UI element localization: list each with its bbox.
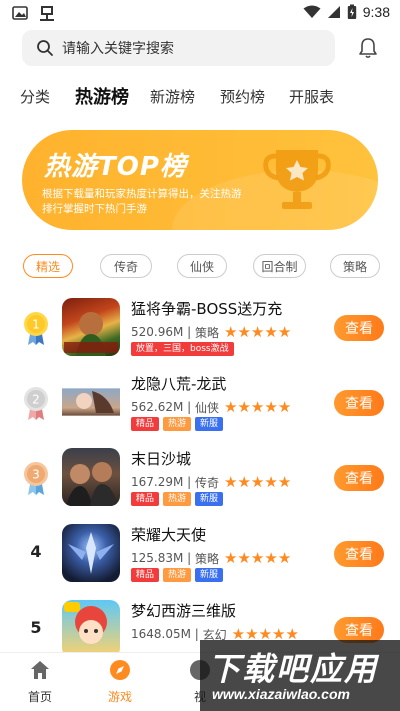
list-item[interactable]: 4 荣耀大天使 125.83M | 策略 ★★★★★ 精品 热游 新服 查看 [0, 516, 400, 592]
svg-text:2: 2 [32, 393, 40, 407]
game-size: 562.62M [131, 400, 184, 414]
view-button[interactable]: 查看 [334, 390, 384, 416]
game-size: 520.96M [131, 325, 184, 339]
nav-label: 首页 [27, 690, 52, 704]
hot-top-banner[interactable]: 热游TOP榜 根据下载量和玩家热度计算得出，关注热游排行掌握时下热门手游 [22, 130, 378, 230]
game-size: 167.29M [131, 475, 184, 489]
game-tag: 精品 [131, 568, 160, 582]
bronze-medal-icon: 3 [22, 460, 50, 496]
game-tag: 热游 [163, 568, 192, 582]
game-tag: 新服 [195, 492, 224, 506]
bell-icon [359, 38, 377, 59]
filter-featured[interactable]: 精选 [23, 254, 73, 278]
image-icon [12, 6, 28, 20]
game-category: 策略 [195, 551, 220, 566]
notification-button[interactable] [358, 37, 378, 63]
rating-stars: ★★★★★ [224, 473, 292, 491]
status-bar: 9:38 [0, 0, 400, 28]
genre-filters: 精选 传奇 仙侠 回合制 策略 [0, 254, 400, 278]
game-icon-rongyao [62, 524, 120, 582]
game-tag: 热游 [163, 492, 192, 506]
rating-stars: ★★★★★ [224, 323, 292, 341]
rank-number: 5 [30, 618, 42, 637]
game-tags: 精品 热游 新服 [131, 492, 224, 506]
banner-description: 根据下载量和玩家热度计算得出，关注热游排行掌握时下热门手游 [42, 188, 242, 215]
game-category: 传奇 [195, 475, 220, 490]
game-tags: 放置，三国，boss激战 [131, 342, 234, 356]
game-icon-longyin [62, 373, 120, 431]
banner-title: 热游TOP榜 [44, 152, 187, 182]
wifi-icon [303, 5, 321, 18]
game-category: 仙侠 [195, 400, 220, 415]
tab-server-schedule[interactable]: 开服表 [289, 86, 334, 107]
game-meta: 125.83M | 策略 ★★★★★ [131, 549, 292, 567]
nav-home[interactable]: 首页 [10, 659, 70, 705]
game-tag: 精品 [131, 417, 160, 431]
game-meta: 520.96M | 策略 ★★★★★ [131, 323, 292, 341]
game-icon-menghuan [62, 600, 120, 658]
gold-medal-icon: 1 [22, 310, 50, 346]
search-input[interactable]: 请输入关键字搜索 [22, 30, 335, 66]
clock: 9:38 [362, 4, 390, 20]
list-item[interactable]: 2 龙隐八荒-龙武 562.62M | 仙侠 ★★★★★ 精品 热游 新服 查看 [0, 365, 400, 441]
home-icon [31, 661, 49, 679]
watermark-logo: 下载吧应用 [208, 650, 379, 688]
filter-turn-based[interactable]: 回合制 [253, 254, 306, 278]
view-button[interactable]: 查看 [334, 541, 384, 567]
game-tag: 精品 [131, 492, 160, 506]
app-notification-icon [40, 6, 54, 21]
game-name: 末日沙城 [131, 450, 192, 468]
game-size: 1648.05M [131, 627, 191, 641]
search-placeholder: 请输入关键字搜索 [62, 41, 174, 57]
game-category: 策略 [195, 325, 220, 340]
rank-number: 4 [30, 542, 42, 561]
rating-stars: ★★★★★ [224, 398, 292, 416]
search-icon [37, 40, 53, 56]
game-size: 125.83M [131, 551, 184, 565]
game-meta: 167.29M | 传奇 ★★★★★ [131, 473, 292, 491]
game-icon-moricity [62, 448, 120, 506]
game-tags: 精品 热游 新服 [131, 417, 224, 431]
game-tag: 放置，三国，boss激战 [131, 342, 234, 356]
tab-hot-games[interactable]: 热游榜 [75, 83, 129, 109]
game-tag: 新服 [195, 568, 224, 582]
watermark-url: www.xiazaiwlao.com [212, 686, 350, 702]
list-item[interactable]: 3 末日沙城 167.29M | 传奇 ★★★★★ 精品 热游 新服 查看 [0, 440, 400, 516]
game-name: 猛将争霸-BOSS送万充 [131, 300, 283, 318]
svg-text:3: 3 [32, 468, 40, 482]
nav-games[interactable]: 游戏 [90, 659, 150, 705]
trophy-icon [263, 150, 331, 209]
tab-reservation[interactable]: 预约榜 [220, 86, 265, 107]
game-name: 龙隐八荒-龙武 [131, 375, 227, 393]
filter-xianxia[interactable]: 仙侠 [177, 254, 227, 278]
category-tabs: 分类 热游榜 新游榜 预约榜 开服表 [0, 82, 400, 112]
game-icon-mengjiang [62, 298, 120, 356]
svg-text:1: 1 [32, 318, 40, 332]
game-name: 荣耀大天使 [131, 526, 207, 544]
view-button[interactable]: 查看 [334, 465, 384, 491]
battery-icon [347, 4, 356, 19]
game-meta: 562.62M | 仙侠 ★★★★★ [131, 398, 292, 416]
rating-stars: ★★★★★ [224, 549, 292, 567]
tab-classify[interactable]: 分类 [20, 86, 50, 107]
filter-legend[interactable]: 传奇 [100, 254, 152, 278]
watermark: 下载吧应用 www.xiazaiwlao.com [200, 640, 400, 711]
compass-icon [110, 660, 130, 680]
view-button[interactable]: 查看 [334, 315, 384, 341]
tab-new-games[interactable]: 新游榜 [150, 86, 195, 107]
game-name: 梦幻西游三维版 [131, 602, 237, 620]
signal-icon [327, 6, 340, 18]
nav-label: 游戏 [107, 690, 132, 704]
game-tag: 热游 [163, 417, 192, 431]
game-tag: 新服 [195, 417, 224, 431]
filter-strategy[interactable]: 策略 [330, 254, 380, 278]
list-item[interactable]: 1 猛将争霸-BOSS送万充 520.96M | 策略 ★★★★★ 放置，三国，… [0, 290, 400, 366]
silver-medal-icon: 2 [22, 385, 50, 421]
game-tags: 精品 热游 新服 [131, 568, 224, 582]
